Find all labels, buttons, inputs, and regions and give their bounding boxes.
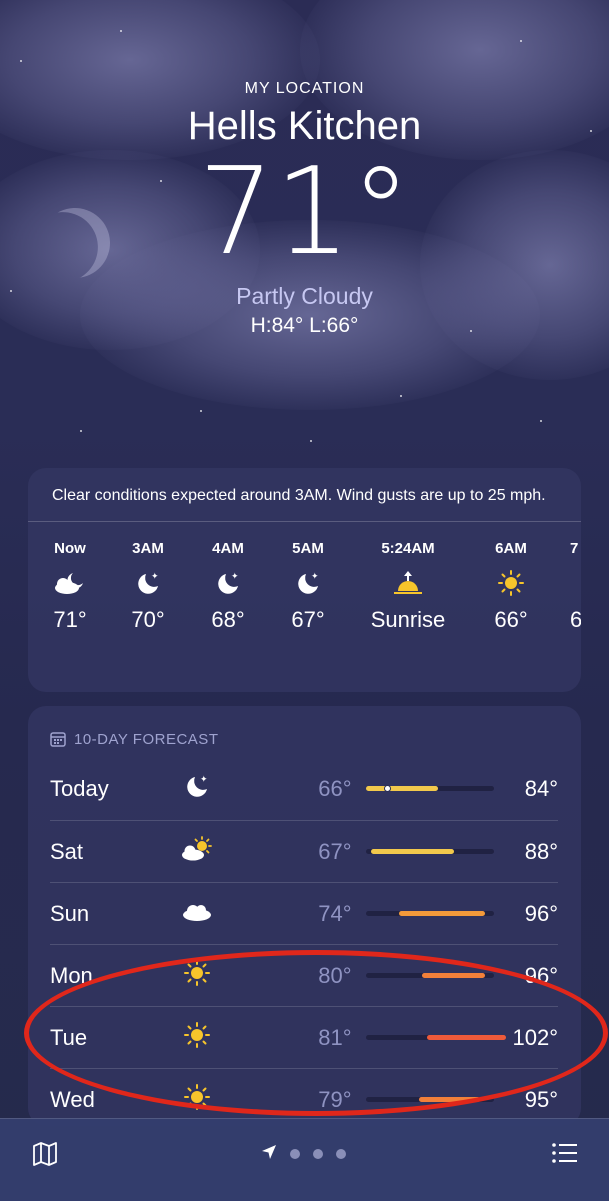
hour-time: 5AM — [292, 540, 324, 557]
hour-item: 6AM 66° — [471, 540, 551, 633]
hour-item: 5AM ✦ 67° — [268, 540, 348, 633]
svg-text:✦: ✦ — [200, 774, 208, 784]
forecast-day: Mon — [50, 962, 93, 988]
forecast-high: 96° — [524, 962, 558, 988]
forecast-row[interactable]: Tue 81° 102° — [50, 1006, 558, 1068]
range-fill — [399, 911, 485, 916]
hour-time: 4AM — [212, 540, 244, 557]
hour-item: 5:24AM Sunrise — [348, 540, 468, 633]
hour-temp: 66° — [494, 607, 528, 632]
high-low: H:84° L:66° — [250, 314, 359, 337]
hour-time: 7 — [570, 540, 579, 557]
moon-cloud-icon — [30, 563, 110, 603]
current-condition: Partly Cloudy — [236, 283, 373, 309]
hour-temp: 71° — [53, 607, 87, 632]
hour-item: 4AM ✦ 68° — [188, 540, 268, 633]
sun-icon — [546, 563, 581, 603]
forecast-high: 84° — [524, 775, 558, 801]
temperature-range-bar — [365, 1097, 494, 1102]
cloud-icon — [169, 900, 224, 928]
bottom-toolbar — [0, 1118, 609, 1201]
range-fill — [427, 1035, 506, 1040]
sun-icon — [169, 1021, 224, 1055]
svg-text:✦: ✦ — [151, 571, 159, 581]
list-icon[interactable] — [550, 1141, 580, 1165]
location-label: MY LOCATION — [244, 80, 365, 97]
hourly-scroll[interactable]: Now 71° 3AM ✦ 70° 4AM ✦ 68° 5AM ✦ 67° 5:… — [28, 522, 581, 652]
forecast-low: 67° — [318, 838, 352, 864]
page-dot[interactable] — [290, 1149, 300, 1159]
temperature-range-bar — [365, 911, 494, 916]
current-weather-header: MY LOCATION Hells Kitchen 71° Partly Clo… — [0, 80, 609, 338]
forecast-header: 10-DAY FORECAST — [28, 706, 581, 756]
calendar-icon — [50, 732, 66, 747]
forecast-row[interactable]: Sun 74° 96° — [50, 882, 558, 944]
range-fill — [365, 786, 439, 791]
page-dot[interactable] — [336, 1149, 346, 1159]
forecast-low: 79° — [318, 1086, 352, 1112]
forecast-row[interactable]: Today ✦ 66° 84° — [50, 758, 558, 819]
temperature-range-bar — [365, 784, 494, 792]
forecast-low: 80° — [318, 962, 352, 988]
forecast-low: 66° — [318, 775, 352, 801]
range-fill — [371, 849, 454, 854]
hour-time: 6AM — [495, 540, 527, 557]
forecast-day: Today — [50, 775, 109, 801]
hour-time: Now — [54, 540, 86, 557]
sun-cloud-icon — [169, 835, 224, 868]
forecast-high: 95° — [524, 1086, 558, 1112]
hourly-summary: Clear conditions expected around 3AM. Wi… — [28, 468, 581, 522]
sun-icon — [471, 563, 551, 603]
forecast-day: Sun — [50, 900, 90, 926]
moon-stars-icon: ✦ — [108, 563, 188, 603]
forecast-high: 96° — [524, 900, 558, 926]
hour-item: 7 6 — [546, 540, 581, 633]
sun-icon — [169, 1083, 224, 1117]
moon-stars-icon: ✦ — [188, 563, 268, 603]
page-dot[interactable] — [313, 1149, 323, 1159]
moon-stars-icon: ✦ — [268, 563, 348, 603]
hour-temp: Sunrise — [370, 607, 446, 632]
forecast-day: Tue — [50, 1024, 88, 1050]
ten-day-forecast-card[interactable]: 10-DAY FORECAST Today ✦ 66° 84° Sat 67° … — [28, 706, 581, 1126]
forecast-low: 81° — [318, 1024, 352, 1050]
moon-stars-icon: ✦ — [169, 772, 224, 806]
hour-temp: 6 — [570, 607, 581, 632]
sunrise-icon — [348, 563, 468, 603]
current-temperature: 71° — [198, 143, 411, 282]
forecast-day: Wed — [50, 1086, 95, 1112]
hour-time: 3AM — [132, 540, 164, 557]
forecast-low: 74° — [318, 900, 352, 926]
temperature-range-bar — [365, 849, 494, 854]
svg-text:✦: ✦ — [311, 571, 319, 581]
forecast-title: 10-DAY FORECAST — [74, 730, 219, 748]
temperature-range-bar — [365, 1035, 506, 1040]
hourly-forecast-card[interactable]: Clear conditions expected around 3AM. Wi… — [28, 468, 581, 692]
forecast-row[interactable]: Sat 67° 88° — [50, 820, 558, 882]
map-icon[interactable] — [30, 1139, 60, 1169]
range-fill — [421, 973, 485, 978]
forecast-row[interactable]: Mon 80° 96° — [50, 944, 558, 1006]
hour-temp: 67° — [291, 607, 325, 632]
hour-time: 5:24AM — [381, 540, 435, 557]
location-arrow-icon[interactable] — [260, 1143, 278, 1161]
svg-text:✦: ✦ — [231, 571, 239, 581]
hour-item: 3AM ✦ 70° — [108, 540, 188, 633]
forecast-high: 88° — [524, 838, 558, 864]
hour-temp: 70° — [131, 607, 165, 632]
sun-icon — [169, 959, 224, 993]
hour-item: Now 71° — [30, 540, 110, 633]
range-fill — [418, 1097, 481, 1102]
temperature-range-bar — [365, 973, 494, 978]
hour-temp: 68° — [211, 607, 245, 632]
forecast-day: Sat — [50, 838, 84, 864]
